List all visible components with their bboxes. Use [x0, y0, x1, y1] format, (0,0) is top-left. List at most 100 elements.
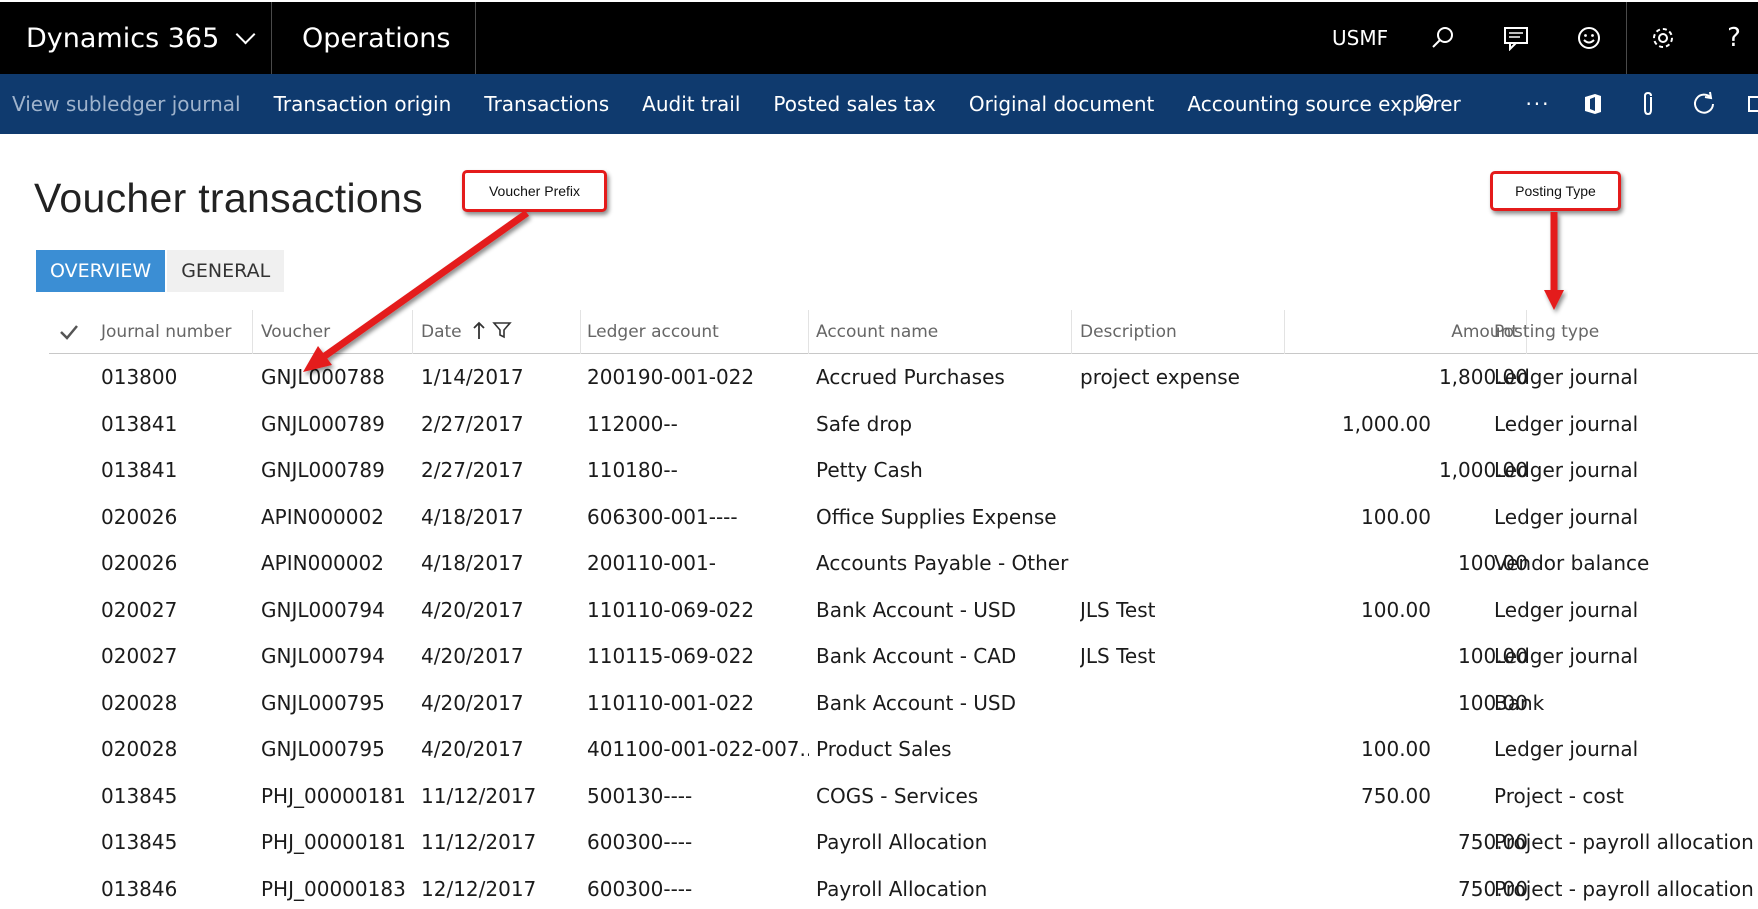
refresh-icon[interactable]	[1682, 74, 1726, 134]
cell-ledger-account[interactable]: 112000--	[587, 401, 809, 448]
cell-account-name[interactable]: Payroll Allocation	[816, 866, 1072, 909]
cell-ledger-account[interactable]: 500130----	[587, 773, 809, 820]
table-row[interactable]: 013800 GNJL000788 1/14/2017 200190-001-022 A…	[49, 354, 1758, 401]
table-row[interactable]: 013846 PHJ_00000183 12/12/2017 600300---- Pa…	[49, 866, 1758, 909]
help-icon[interactable]: ?	[1712, 2, 1756, 74]
cell-account-name[interactable]: Bank Account - USD	[816, 680, 1072, 727]
cell-voucher[interactable]: APIN000002	[261, 494, 413, 541]
cell-account-name[interactable]: COGS - Services	[816, 773, 1072, 820]
cell-date[interactable]: 4/20/2017	[421, 726, 581, 773]
office-icon[interactable]	[1571, 74, 1615, 134]
table-row[interactable]: 020028 GNJL000795 4/20/2017 401100-001-022-…	[49, 726, 1758, 773]
cell-posting-type[interactable]: Ledger journal	[1494, 354, 1754, 401]
company-picker[interactable]: USMF	[1332, 2, 1388, 74]
cell-journal-number[interactable]: 013841	[101, 447, 251, 494]
action-original-document[interactable]: Original document	[969, 92, 1155, 116]
action-transaction-origin[interactable]: Transaction origin	[274, 92, 452, 116]
cell-journal-number[interactable]: 013841	[101, 401, 251, 448]
action-audit-trail[interactable]: Audit trail	[642, 92, 740, 116]
cell-account-name[interactable]: Payroll Allocation	[816, 819, 1072, 866]
cell-ledger-account[interactable]: 200190-001-022	[587, 354, 809, 401]
column-header-voucher[interactable]: Voucher	[261, 310, 413, 354]
table-row[interactable]: 013845 PHJ_00000181 11/12/2017 500130---- CO…	[49, 773, 1758, 820]
tab-general[interactable]: GENERAL	[167, 250, 285, 292]
cell-posting-type[interactable]: Ledger journal	[1494, 447, 1754, 494]
cell-posting-type[interactable]: Ledger journal	[1494, 401, 1754, 448]
cell-date[interactable]: 1/14/2017	[421, 354, 581, 401]
cell-date[interactable]: 4/20/2017	[421, 587, 581, 634]
cell-voucher[interactable]: APIN000002	[261, 540, 413, 587]
table-row[interactable]: 020026 APIN000002 4/18/2017 606300-001---- O…	[49, 494, 1758, 541]
cell-voucher[interactable]: GNJL000795	[261, 680, 413, 727]
cell-voucher[interactable]: GNJL000789	[261, 401, 413, 448]
cell-voucher[interactable]: PHJ_00000183	[261, 866, 413, 909]
cell-journal-number[interactable]: 013846	[101, 866, 251, 909]
cell-journal-number[interactable]: 013845	[101, 773, 251, 820]
select-all-checkmark-icon[interactable]	[59, 310, 83, 354]
cell-ledger-account[interactable]: 110110-001-022	[587, 680, 809, 727]
column-header-account-name[interactable]: Account name	[816, 310, 1072, 354]
column-header-amount[interactable]: Amount	[1291, 310, 1527, 354]
cell-posting-type[interactable]: Project - payroll allocation	[1494, 819, 1754, 866]
table-row[interactable]: 013841 GNJL000789 2/27/2017 112000-- Safe dr…	[49, 401, 1758, 448]
cell-account-name[interactable]: Petty Cash	[816, 447, 1072, 494]
cell-journal-number[interactable]: 020027	[101, 587, 251, 634]
cell-voucher[interactable]: GNJL000789	[261, 447, 413, 494]
open-in-new-window-icon[interactable]	[1736, 74, 1758, 134]
cell-date[interactable]: 4/20/2017	[421, 633, 581, 680]
cell-voucher[interactable]: GNJL000794	[261, 633, 413, 680]
cell-posting-type[interactable]: Bank	[1494, 680, 1754, 727]
cell-journal-number[interactable]: 020028	[101, 726, 251, 773]
cell-account-name[interactable]: Accounts Payable - Other	[816, 540, 1072, 587]
cell-posting-type[interactable]: Vendor balance	[1494, 540, 1754, 587]
cell-date[interactable]: 4/18/2017	[421, 494, 581, 541]
cell-journal-number[interactable]: 013800	[101, 354, 251, 401]
action-posted-sales-tax[interactable]: Posted sales tax	[773, 92, 935, 116]
cell-journal-number[interactable]: 020026	[101, 540, 251, 587]
cell-ledger-account[interactable]: 600300----	[587, 866, 809, 909]
cell-posting-type[interactable]: Ledger journal	[1494, 633, 1754, 680]
cell-ledger-account[interactable]: 600300----	[587, 819, 809, 866]
cell-voucher[interactable]: GNJL000788	[261, 354, 413, 401]
cell-date[interactable]: 4/20/2017	[421, 680, 581, 727]
smiley-icon[interactable]	[1567, 2, 1611, 74]
cell-date[interactable]: 11/12/2017	[421, 773, 581, 820]
filter-icon[interactable]	[491, 321, 512, 344]
cell-account-name[interactable]: Product Sales	[816, 726, 1072, 773]
cell-account-name[interactable]: Office Supplies Expense	[816, 494, 1072, 541]
cell-posting-type[interactable]: Project - cost	[1494, 773, 1754, 820]
cell-voucher[interactable]: PHJ_00000181	[261, 819, 413, 866]
table-row[interactable]: 020028 GNJL000795 4/20/2017 110110-001-022 B…	[49, 680, 1758, 727]
column-header-date[interactable]: Date	[421, 310, 581, 354]
cell-voucher[interactable]: GNJL000794	[261, 587, 413, 634]
gear-icon[interactable]	[1641, 2, 1685, 74]
cell-account-name[interactable]: Accrued Purchases	[816, 354, 1072, 401]
column-header-description[interactable]: Description	[1080, 310, 1285, 354]
search-icon[interactable]	[1421, 2, 1465, 74]
cell-ledger-account[interactable]: 200110-001-	[587, 540, 809, 587]
cell-ledger-account[interactable]: 110115-069-022	[587, 633, 809, 680]
message-icon[interactable]	[1494, 2, 1538, 74]
table-row[interactable]: 020026 APIN000002 4/18/2017 200110-001- Acco…	[49, 540, 1758, 587]
cell-date[interactable]: 11/12/2017	[421, 819, 581, 866]
table-row[interactable]: 020027 GNJL000794 4/20/2017 110115-069-022 B…	[49, 633, 1758, 680]
cell-date[interactable]: 4/18/2017	[421, 540, 581, 587]
app-switcher[interactable]: Dynamics 365	[0, 2, 272, 74]
cell-posting-type[interactable]: Ledger journal	[1494, 587, 1754, 634]
cell-date[interactable]: 2/27/2017	[421, 401, 581, 448]
cell-ledger-account[interactable]: 606300-001----	[587, 494, 809, 541]
attach-icon[interactable]	[1626, 74, 1670, 134]
cell-ledger-account[interactable]: 110110-069-022	[587, 587, 809, 634]
cell-journal-number[interactable]: 020028	[101, 680, 251, 727]
cell-account-name[interactable]: Safe drop	[816, 401, 1072, 448]
cell-journal-number[interactable]: 020027	[101, 633, 251, 680]
cell-journal-number[interactable]: 013845	[101, 819, 251, 866]
column-header-journal-number[interactable]: Journal number	[101, 310, 253, 354]
cell-date[interactable]: 2/27/2017	[421, 447, 581, 494]
cell-posting-type[interactable]: Project - payroll allocation	[1494, 866, 1754, 909]
table-row[interactable]: 013845 PHJ_00000181 11/12/2017 600300---- Pa…	[49, 819, 1758, 866]
column-header-posting-type[interactable]: Posting type	[1494, 310, 1744, 354]
table-row[interactable]: 013841 GNJL000789 2/27/2017 110180-- Petty C…	[49, 447, 1758, 494]
cell-account-name[interactable]: Bank Account - USD	[816, 587, 1072, 634]
cell-ledger-account[interactable]: 401100-001-022-007...	[587, 726, 809, 773]
